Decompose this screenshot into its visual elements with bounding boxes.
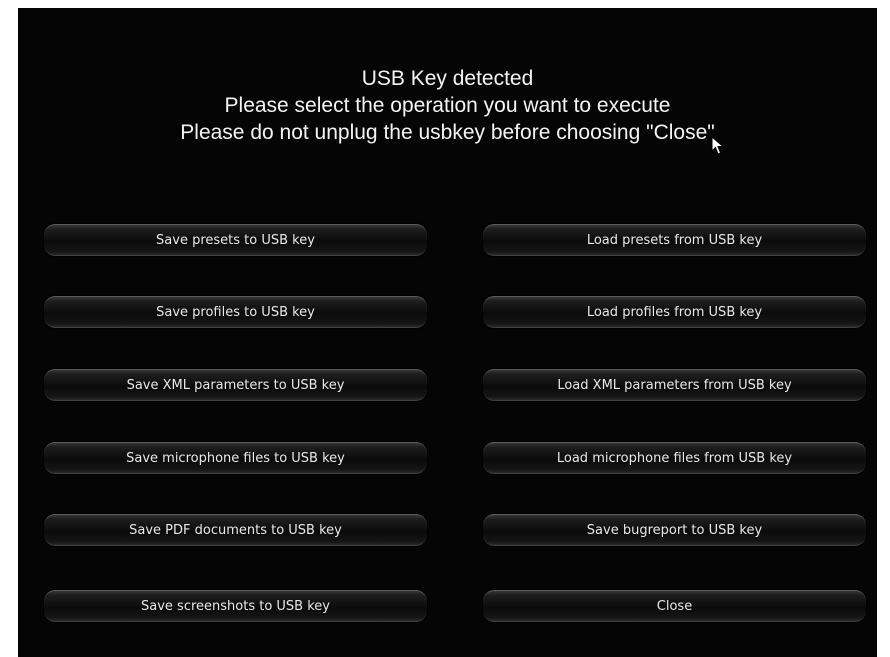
load-presets-button[interactable]: Load presets from USB key — [483, 224, 866, 256]
usb-dialog-screen: USB Key detected Please select the opera… — [18, 8, 877, 657]
save-presets-button[interactable]: Save presets to USB key — [44, 224, 427, 256]
save-pdf-documents-button[interactable]: Save PDF documents to USB key — [44, 514, 427, 546]
save-microphone-files-button[interactable]: Save microphone files to USB key — [44, 442, 427, 474]
load-xml-parameters-button[interactable]: Load XML parameters from USB key — [483, 369, 866, 401]
dialog-title: USB Key detected — [361, 67, 534, 90]
mouse-pointer-icon — [711, 136, 725, 155]
load-profiles-button[interactable]: Load profiles from USB key — [483, 296, 866, 328]
save-screenshots-button[interactable]: Save screenshots to USB key — [44, 590, 427, 622]
close-button[interactable]: Close — [483, 590, 866, 622]
dialog-subtitle: Please select the operation you want to … — [224, 94, 671, 117]
load-microphone-files-button[interactable]: Load microphone files from USB key — [483, 442, 866, 474]
save-xml-parameters-button[interactable]: Save XML parameters to USB key — [44, 369, 427, 401]
dialog-header: USB Key detected Please select the opera… — [18, 65, 877, 146]
save-bugreport-button[interactable]: Save bugreport to USB key — [483, 514, 866, 546]
save-profiles-button[interactable]: Save profiles to USB key — [44, 296, 427, 328]
dialog-warning: Please do not unplug the usbkey before c… — [180, 121, 715, 144]
